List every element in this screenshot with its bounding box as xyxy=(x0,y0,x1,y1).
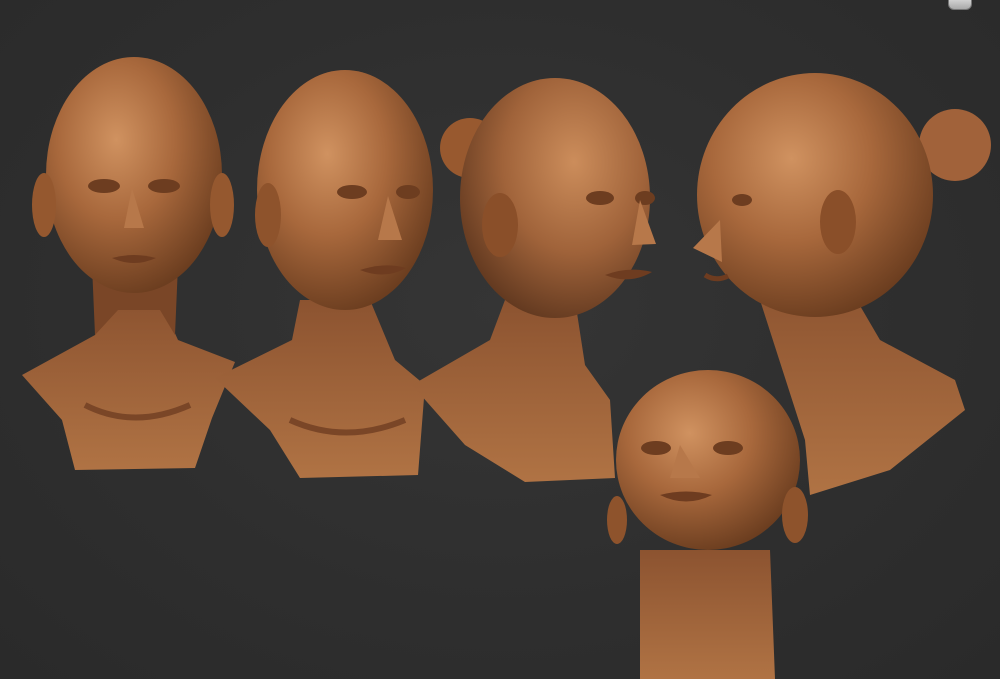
three-quarter-right-view xyxy=(215,70,433,478)
right-turn-view xyxy=(412,78,656,482)
viewport-gizmo-icon[interactable] xyxy=(948,0,972,10)
upward-view xyxy=(607,370,808,679)
front-view xyxy=(22,57,235,470)
sculpt-viewport[interactable] xyxy=(0,0,1000,679)
sculpt-scene xyxy=(22,57,991,679)
